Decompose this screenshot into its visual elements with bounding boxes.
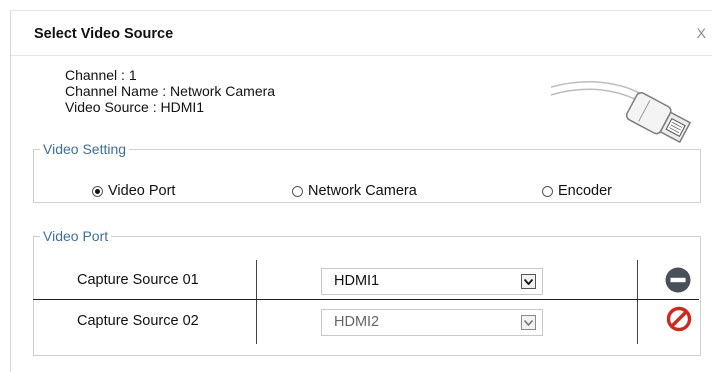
channel-name: Channel Name : Network Camera [65,83,276,99]
video-setting-group: Video Setting Video Port Network Camera … [33,141,701,203]
radio-encoder[interactable]: Encoder [542,183,612,199]
capture-source-label: Capture Source 02 [77,313,199,329]
capture-source-select[interactable]: HDMI1 [321,268,543,295]
radio-encoder-label: Encoder [558,183,613,199]
remove-icon[interactable] [665,267,691,293]
video-source: Video Source : HDMI1 [65,99,205,115]
table-row: Capture Source 01 HDMI1 [21,260,691,300]
table-row: Capture Source 02 HDMI2 [21,301,692,341]
prohibited-icon[interactable] [666,306,692,332]
radio-network-camera[interactable]: Network Camera [292,183,417,199]
capture-source-select[interactable]: HDMI2 [321,309,543,336]
channel-number: Channel : 1 [65,67,137,83]
dialog-titlebar: Select Video Source X [11,11,712,56]
capture-source-label: Capture Source 01 [77,272,199,288]
radio-indicator[interactable] [542,185,553,197]
video-setting-legend: Video Setting [43,141,127,157]
radio-video-port[interactable]: Video Port [92,183,175,199]
channel-info: Channel : 1 Channel Name : Network Camer… [65,67,275,115]
close-button[interactable]: X [697,25,706,41]
radio-indicator[interactable] [292,185,303,197]
chevron-down-icon[interactable] [521,274,536,289]
radio-network-camera-label: Network Camera [308,183,417,199]
select-value: HDMI1 [334,273,380,289]
chevron-down-icon[interactable] [521,315,536,330]
video-port-legend: Video Port [43,228,109,244]
radio-selected-indicator[interactable] [92,185,103,197]
dialog-title: Select Video Source [34,26,174,42]
select-video-source-dialog: Select Video Source X Channel : 1 Channe… [10,10,712,372]
hdmi-plug-icon [551,81,692,144]
select-value: HDMI2 [334,314,380,330]
radio-video-port-label: Video Port [108,183,176,199]
